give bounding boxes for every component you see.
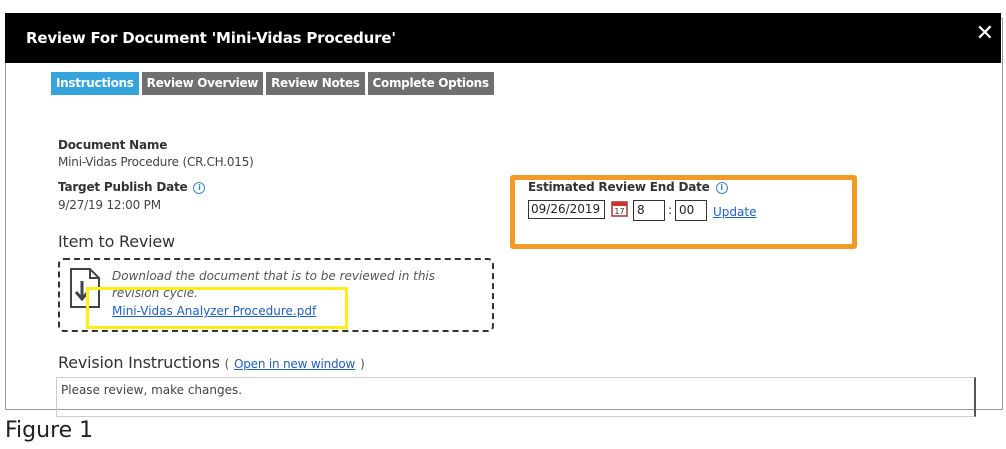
target-publish-date-value: 9/27/19 12:00 PM <box>58 198 161 212</box>
revision-instructions-text: Please review, make changes. <box>56 377 976 417</box>
open-in-new-window-link[interactable]: Open in new window <box>234 357 355 371</box>
revision-instructions-heading: Revision Instructions ( Open in new wind… <box>58 353 365 372</box>
figure-caption: Figure 1 <box>5 418 94 443</box>
tab-instructions[interactable]: Instructions <box>51 72 139 95</box>
paren-close: ) <box>360 357 365 371</box>
document-name-label: Document Name <box>58 138 168 152</box>
target-publish-date-text: Target Publish Date <box>58 180 188 194</box>
close-icon[interactable]: ✕ <box>976 23 994 45</box>
dialog-titlebar: Review For Document 'Mini-Vidas Procedur… <box>5 13 1001 63</box>
file-link-highlight <box>86 287 348 329</box>
tab-review-notes[interactable]: Review Notes <box>266 72 365 95</box>
tab-bar: Instructions Review Overview Review Note… <box>51 72 494 95</box>
estimated-date-highlight <box>510 175 857 249</box>
tab-complete-options[interactable]: Complete Options <box>367 72 494 95</box>
document-name-value: Mini-Vidas Procedure (CR.CH.015) <box>58 155 254 169</box>
info-icon[interactable]: i <box>193 182 206 194</box>
dialog-title: Review For Document 'Mini-Vidas Procedur… <box>26 29 396 47</box>
target-publish-date-label: Target Publish Date i <box>58 180 206 194</box>
revision-instructions-title: Revision Instructions <box>58 353 220 372</box>
item-to-review-heading: Item to Review <box>58 232 175 251</box>
paren-open: ( <box>224 357 230 371</box>
tab-review-overview[interactable]: Review Overview <box>141 72 264 95</box>
